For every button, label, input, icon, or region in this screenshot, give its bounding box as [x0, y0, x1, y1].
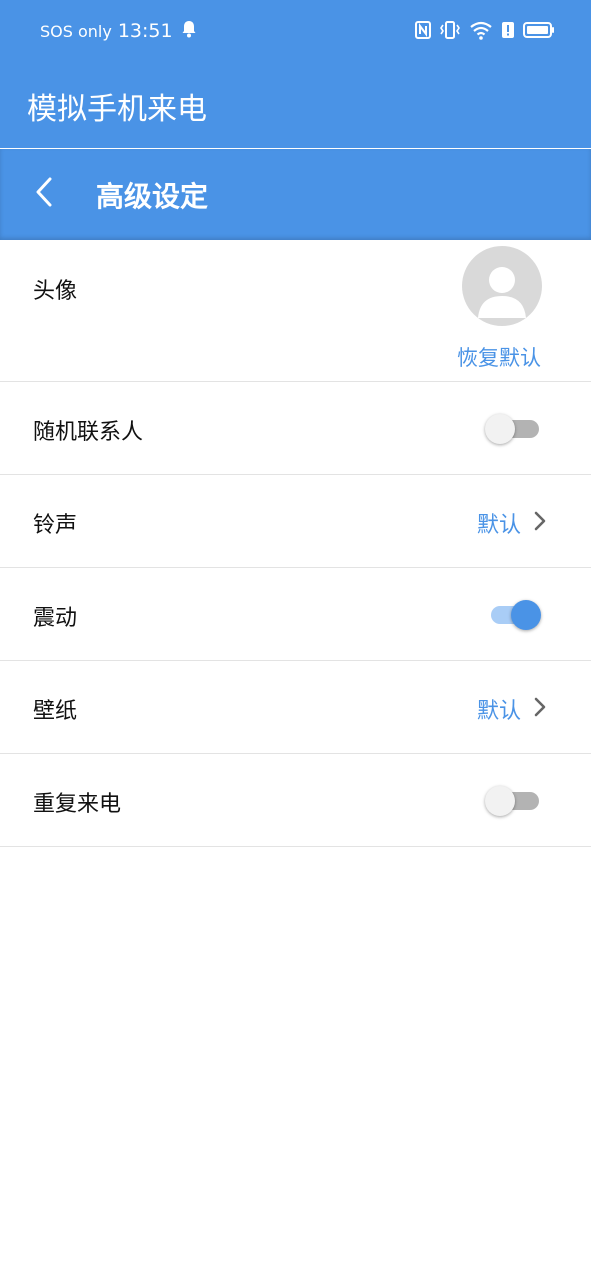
toggle-thumb: [485, 414, 515, 444]
sub-header: 高级设定: [0, 149, 591, 240]
repeat-call-label: 重复来电: [33, 792, 122, 817]
repeat-call-toggle[interactable]: [485, 786, 541, 816]
person-icon: [478, 267, 526, 318]
app-title: 模拟手机来电: [27, 92, 207, 127]
settings-row-ringtone[interactable]: 铃声 默认: [0, 475, 591, 568]
wallpaper-label: 壁纸: [33, 699, 78, 724]
carrier-text: SOS only: [40, 21, 112, 41]
vibration-label: 震动: [33, 606, 78, 631]
nfc-icon: [415, 20, 431, 44]
settings-row-repeat-call[interactable]: 重复来电: [0, 754, 591, 847]
avatar-label: 头像: [33, 279, 78, 304]
chevron-right-icon: [531, 508, 549, 534]
clock: 13:51: [117, 20, 173, 42]
chevron-right-icon: [531, 694, 549, 720]
chevron-left-icon: [34, 176, 54, 212]
ringtone-label: 铃声: [33, 513, 78, 538]
random-contact-toggle[interactable]: [485, 414, 541, 444]
status-left: SOS only 13:51: [40, 20, 197, 42]
wallpaper-value[interactable]: 默认: [477, 693, 521, 725]
alert-icon: [501, 20, 515, 44]
toggle-thumb: [485, 786, 515, 816]
avatar[interactable]: [462, 246, 542, 326]
settings-row-wallpaper[interactable]: 壁纸 默认: [0, 661, 591, 754]
restore-default-button[interactable]: 恢复默认: [457, 342, 541, 372]
toggle-thumb: [511, 600, 541, 630]
status-right: [415, 20, 555, 44]
settings-row-vibration[interactable]: 震动: [0, 568, 591, 661]
app-header: 模拟手机来电: [0, 66, 591, 148]
settings-row-avatar: 头像 恢复默认: [0, 240, 591, 382]
ringtone-value[interactable]: 默认: [477, 507, 521, 539]
back-button[interactable]: [24, 171, 64, 217]
settings-list: 头像 恢复默认 随机联系人 铃声 默认 震动 壁纸 默认 重复来电: [0, 240, 591, 847]
page-title: 高级设定: [96, 180, 209, 213]
bell-icon: [181, 20, 197, 42]
status-bar: SOS only 13:51: [0, 0, 591, 66]
settings-row-random-contact[interactable]: 随机联系人: [0, 382, 591, 475]
vibrate-icon: [439, 20, 461, 44]
vibration-toggle[interactable]: [485, 600, 541, 630]
random-contact-label: 随机联系人: [33, 420, 144, 445]
wifi-icon: [469, 20, 493, 44]
battery-icon: [523, 21, 555, 43]
